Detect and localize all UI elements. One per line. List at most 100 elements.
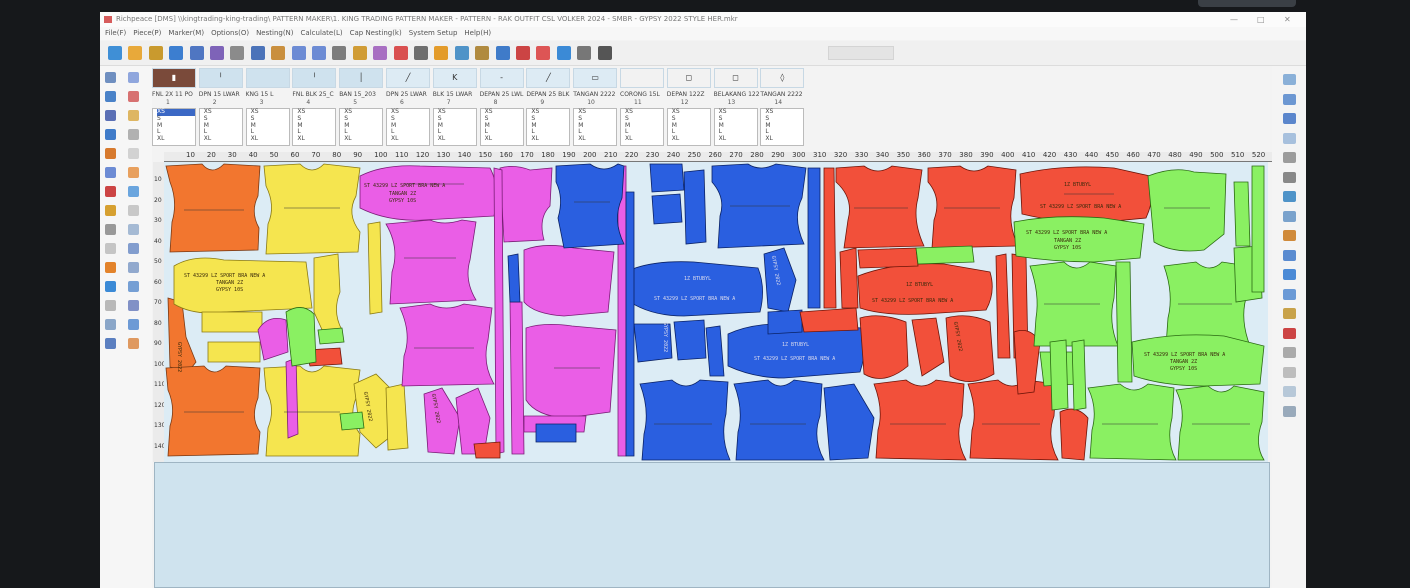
size-option[interactable]: M xyxy=(672,122,710,130)
pattern-piece[interactable] xyxy=(285,307,317,367)
menu-item[interactable]: Piece(P) xyxy=(133,29,161,37)
pattern-piece[interactable] xyxy=(911,317,945,377)
piece-swatch[interactable]: │ xyxy=(339,68,384,88)
size-list[interactable]: XS S M L XL xyxy=(339,108,384,146)
grid-icon[interactable] xyxy=(414,46,428,60)
size-list[interactable]: XS S M L XL xyxy=(620,108,664,146)
mark-icon[interactable] xyxy=(105,243,116,254)
size-list[interactable]: XS S M L XL xyxy=(386,108,430,146)
pattern-piece[interactable] xyxy=(313,253,343,335)
pattern-piece[interactable] xyxy=(385,383,409,451)
pattern-piece[interactable] xyxy=(1233,181,1251,247)
pattern-piece[interactable] xyxy=(673,319,707,361)
pattern-piece[interactable] xyxy=(367,221,383,315)
maximize-button[interactable]: □ xyxy=(1257,12,1265,27)
size-option[interactable]: S xyxy=(485,115,523,123)
pencil-icon[interactable] xyxy=(105,205,116,216)
text-tool-icon[interactable] xyxy=(105,262,116,273)
pencil-icon[interactable] xyxy=(352,46,367,60)
piece-swatch[interactable]: ◻ xyxy=(666,68,711,88)
size-option[interactable]: XL xyxy=(719,135,757,143)
minimize-button[interactable]: — xyxy=(1230,12,1238,27)
pattern-piece[interactable] xyxy=(423,387,461,455)
size-option[interactable]: XL xyxy=(438,135,476,143)
size-option[interactable]: S xyxy=(578,115,616,123)
size-option[interactable]: XS xyxy=(672,108,710,116)
zoom-in-icon[interactable] xyxy=(1283,93,1296,105)
pattern-piece[interactable] xyxy=(525,324,617,419)
redo-icon[interactable] xyxy=(312,46,326,60)
size-option[interactable]: XS xyxy=(625,108,663,116)
size-option[interactable]: XS xyxy=(251,108,289,116)
size-option[interactable]: M xyxy=(297,122,335,130)
pattern-piece[interactable] xyxy=(823,383,875,461)
size-option[interactable]: XS xyxy=(719,108,757,116)
calc-icon[interactable] xyxy=(516,46,530,60)
size-option[interactable]: S xyxy=(765,115,803,123)
piece-swatch[interactable]: ╵ xyxy=(292,68,337,88)
pattern-piece[interactable] xyxy=(1251,165,1265,293)
lock-icon[interactable] xyxy=(1283,230,1296,241)
size-list[interactable]: XS S M L XL xyxy=(760,108,805,146)
pattern-piece[interactable] xyxy=(839,247,859,309)
piece-column[interactable]: ◻ DEPAN 122Z 12 XS S M L XL xyxy=(666,66,712,150)
folder-icon[interactable] xyxy=(148,46,163,60)
printer-icon[interactable] xyxy=(1283,171,1296,183)
size-list[interactable]: XS S M L XL xyxy=(198,108,243,146)
pattern-piece[interactable] xyxy=(201,311,263,333)
size-option[interactable]: XS xyxy=(531,108,569,116)
piece-column[interactable]: ╵ FNL BLK 25_C 4 XS S M L XL xyxy=(292,66,337,150)
size-option[interactable]: XL xyxy=(765,135,803,143)
piece-swatch[interactable] xyxy=(620,68,664,88)
pattern-piece[interactable] xyxy=(493,167,505,455)
size-option[interactable]: M xyxy=(765,122,803,130)
move-icon[interactable] xyxy=(105,148,116,159)
pattern-piece[interactable] xyxy=(629,261,763,317)
size-option[interactable]: S xyxy=(719,115,757,123)
pattern-piece[interactable] xyxy=(733,379,825,461)
piece-swatch[interactable]: ╵ xyxy=(198,68,243,88)
size-option[interactable]: XS xyxy=(157,108,195,116)
grid-tool-icon[interactable] xyxy=(105,319,116,330)
pencil-icon-alt[interactable] xyxy=(128,205,139,216)
trash-icon[interactable] xyxy=(597,46,612,60)
table-icon[interactable] xyxy=(271,46,286,60)
pattern-piece[interactable] xyxy=(683,169,707,245)
size-option[interactable]: S xyxy=(672,115,710,123)
pattern-piece[interactable] xyxy=(873,379,967,461)
pattern-piece[interactable] xyxy=(317,327,345,345)
pattern-piece[interactable] xyxy=(1115,261,1133,383)
doc-icon[interactable] xyxy=(1283,210,1296,222)
size-option[interactable]: S xyxy=(438,115,476,123)
pattern-piece[interactable] xyxy=(967,379,1059,461)
pattern-piece[interactable] xyxy=(507,253,521,303)
size-option[interactable]: S xyxy=(157,115,195,123)
pattern-piece[interactable] xyxy=(263,163,361,255)
piece-column[interactable]: ▮ FNL 2X 11 PO 1 XS S M L XL xyxy=(152,66,197,150)
size-option[interactable]: M xyxy=(485,122,523,130)
size-option[interactable]: XS xyxy=(765,108,803,116)
size-list[interactable]: XS S M L XL xyxy=(245,108,290,146)
size-list[interactable]: XS S M L XL xyxy=(573,108,618,146)
flip-icon[interactable] xyxy=(105,186,116,197)
grid-view-icon[interactable] xyxy=(1283,288,1296,300)
print-icon[interactable] xyxy=(210,46,224,60)
marker-icon[interactable] xyxy=(495,46,510,60)
pattern-piece[interactable] xyxy=(625,191,635,457)
stamp-icon[interactable] xyxy=(556,46,571,60)
diamond-icon[interactable] xyxy=(169,46,184,60)
stack-icon[interactable] xyxy=(105,300,116,311)
menu-item[interactable]: Calculate(L) xyxy=(301,29,343,37)
zoom-icon-alt[interactable] xyxy=(128,91,139,102)
size-option[interactable]: M xyxy=(531,122,569,130)
size-option[interactable]: XL xyxy=(578,135,616,143)
font-icon[interactable] xyxy=(434,46,449,60)
size-option[interactable]: XL xyxy=(485,135,523,143)
size-option[interactable]: M xyxy=(251,122,289,130)
file-icon[interactable] xyxy=(1283,152,1296,163)
toolbar-search-field[interactable] xyxy=(828,46,894,60)
menu-item[interactable]: System Setup xyxy=(409,29,458,37)
cut-icon[interactable] xyxy=(332,46,347,60)
menu-item[interactable]: Options(O) xyxy=(211,29,249,37)
text-tool-icon-alt[interactable] xyxy=(128,262,139,273)
